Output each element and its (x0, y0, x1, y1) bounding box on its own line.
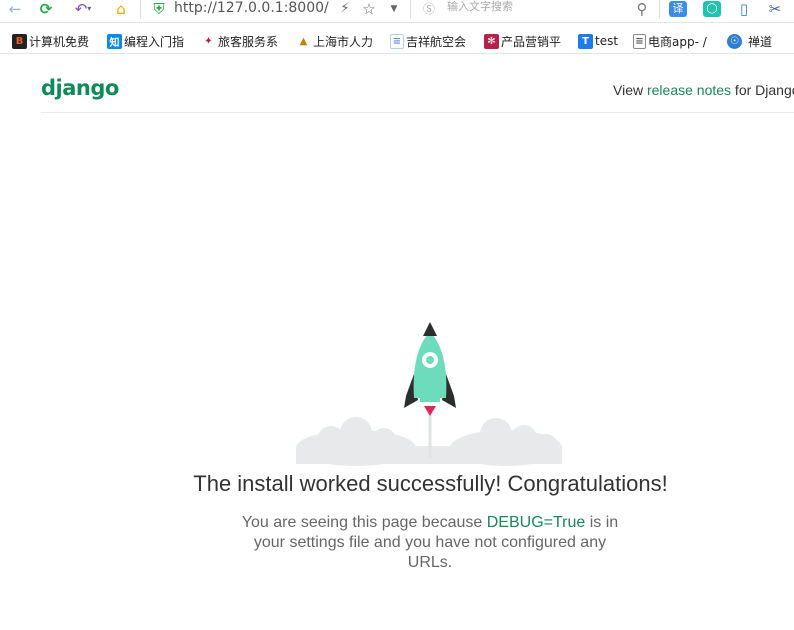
release-notes-link[interactable]: release notes (647, 82, 731, 98)
back-arrow-icon[interactable]: ← (4, 0, 26, 18)
bookmark-label: 电商app- / (648, 34, 707, 49)
bookmark-label: 上海市人力 (313, 34, 374, 49)
home-icon[interactable]: ⌂ (110, 0, 132, 18)
bookmark-item[interactable]: 知 编程入门指 (107, 31, 184, 51)
bookmark-item[interactable]: ✻ 产品营销平 (484, 31, 561, 51)
bookmark-label: 产品营销平 (501, 34, 562, 49)
bookmark-item[interactable]: ≡ 吉祥航空会 (390, 31, 466, 51)
star-icon[interactable]: ☆ (361, 0, 377, 18)
release-notes-text: View release notes for Django (613, 82, 794, 98)
search-input[interactable]: 输入文字搜索 (447, 0, 513, 14)
bookmark-label: 吉祥航空会 (406, 34, 467, 49)
reload-icon[interactable]: ⟳ (35, 0, 57, 18)
debug-flag: DEBUG=True (486, 514, 586, 531)
bookmark-label: 计算机免费 (29, 34, 90, 49)
undo-icon[interactable]: ↶ ▾ (68, 0, 98, 18)
sogou-icon: Ⓢ (422, 2, 435, 16)
bookmark-item[interactable]: ✦ 旅客服务系 (201, 31, 278, 51)
rocket-nose (423, 322, 437, 336)
shield-icon: ⛨ (153, 0, 165, 18)
bookmark-label: 编程入门指 (124, 34, 185, 49)
t-logo-icon: T (578, 33, 593, 49)
document-icon: ≡ (390, 33, 404, 49)
django-logo[interactable]: django (41, 76, 119, 100)
bookmark-item[interactable]: B 计算机免费 (12, 31, 89, 51)
zhihu-icon: 知 (107, 33, 122, 49)
url-text: http://127.0.0.1:8000/ (174, 0, 329, 16)
search-icon[interactable]: ⚲ (634, 0, 650, 18)
brand-icon: ✻ (484, 33, 499, 49)
bookmark-item[interactable]: ≡ 电商app- / (633, 31, 707, 51)
page-icon: ≡ (633, 33, 646, 49)
bookmark-item[interactable]: T test (578, 31, 618, 51)
phone-icon[interactable]: ▯ (735, 0, 753, 18)
bookmark-item[interactable]: ☉ 禅道 (727, 31, 772, 51)
search-bar[interactable]: Ⓢ 输入文字搜索 ⚲ (418, 0, 658, 18)
bookmarks-bar: B 计算机免费 知 编程入门指 ✦ 旅客服务系 ▲ 上海市人力 ≡ 吉祥航空会 … (0, 29, 794, 54)
rocket-illustration (296, 322, 562, 466)
airline-icon: ✦ (201, 33, 216, 49)
header-divider (41, 112, 794, 113)
bookmark-label: 禅道 (748, 34, 773, 49)
translate-icon[interactable]: 译 (669, 1, 687, 17)
bookmark-label: 旅客服务系 (218, 34, 279, 49)
bookmark-label: test (595, 34, 619, 48)
bookmark-item[interactable]: ▲ 上海市人力 (296, 31, 373, 51)
address-bar[interactable]: ⛨ http://127.0.0.1:8000/ ⚡ ☆ ▼ (145, 0, 410, 20)
browser-toolbar: ← ⟳ ↶ ▾ ⌂ ⛨ http://127.0.0.1:8000/ ⚡ ☆ ▼ … (0, 0, 794, 23)
globe-icon: ☉ (727, 33, 742, 49)
dropdown-icon[interactable]: ▼ (387, 0, 401, 18)
extension-icon[interactable]: ◯ (703, 1, 721, 17)
success-headline: The install worked successfully! Congrat… (193, 471, 668, 496)
emblem-icon: ▲ (296, 33, 311, 49)
b-logo-icon: B (12, 33, 27, 49)
rocket-flame (424, 406, 436, 416)
lightning-icon[interactable]: ⚡ (337, 0, 353, 18)
info-text: You are seeing this page because DEBUG=T… (241, 514, 619, 571)
scissors-icon[interactable]: ✂ (766, 0, 784, 18)
